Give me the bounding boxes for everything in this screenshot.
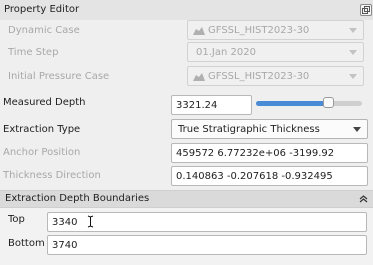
- initial-pressure-case-combo[interactable]: GFSSL_HIST2023-30: [187, 66, 364, 86]
- measured-depth-input[interactable]: 3321.24: [171, 95, 252, 115]
- anchor-position-value: 459572 6.77232e+06 -3199.92: [176, 148, 335, 159]
- text-cursor-icon: [87, 215, 94, 228]
- chevron-down-icon: [349, 50, 357, 55]
- dynamic-case-combo[interactable]: GFSSL_HIST2023-30: [187, 20, 364, 40]
- top-value: 3340: [52, 217, 78, 228]
- panel-title: Property Editor: [4, 4, 80, 15]
- initial-pressure-case-value: GFSSL_HIST2023-30: [208, 71, 310, 82]
- float-icon: [362, 6, 370, 14]
- chevron-down-icon: [349, 74, 357, 79]
- extraction-type-label: Extraction Type: [3, 124, 81, 135]
- time-step-value: 01.Jan 2020: [196, 47, 256, 58]
- dynamic-case-label: Dynamic Case: [8, 25, 80, 36]
- bottom-label: Bottom: [8, 238, 45, 249]
- thickness-direction-label: Thickness Direction: [3, 170, 101, 181]
- top-label: Top: [8, 214, 25, 225]
- bottom-input[interactable]: 3740: [47, 235, 367, 255]
- extraction-depth-boundaries-title: Extraction Depth Boundaries: [5, 193, 150, 204]
- anchor-position-field[interactable]: 459572 6.77232e+06 -3199.92: [171, 143, 368, 163]
- measured-depth-slider-handle[interactable]: [323, 97, 334, 108]
- initial-pressure-case-label: Initial Pressure Case: [8, 71, 110, 82]
- time-step-combo[interactable]: 01.Jan 2020: [187, 42, 364, 62]
- float-button[interactable]: [360, 4, 372, 16]
- measured-depth-label: Measured Depth: [3, 97, 86, 108]
- measured-depth-slider-fill: [256, 101, 329, 106]
- case-icon: [193, 27, 205, 35]
- dynamic-case-value: GFSSL_HIST2023-30: [208, 25, 310, 36]
- case-icon: [193, 73, 205, 81]
- top-input[interactable]: 3340: [47, 212, 367, 232]
- extraction-type-value: True Stratigraphic Thickness: [178, 124, 320, 135]
- bottom-value: 3740: [52, 240, 78, 251]
- extraction-type-combo[interactable]: True Stratigraphic Thickness: [171, 119, 368, 139]
- chevron-down-icon: [349, 28, 357, 33]
- measured-depth-value: 3321.24: [176, 100, 218, 111]
- time-step-label: Time Step: [8, 47, 59, 58]
- anchor-position-label: Anchor Position: [3, 147, 81, 158]
- thickness-direction-value: 0.140863 -0.207618 -0.932495: [176, 171, 333, 182]
- thickness-direction-field[interactable]: 0.140863 -0.207618 -0.932495: [171, 166, 368, 186]
- chevron-down-icon: [353, 127, 361, 132]
- collapse-icon[interactable]: [359, 194, 368, 203]
